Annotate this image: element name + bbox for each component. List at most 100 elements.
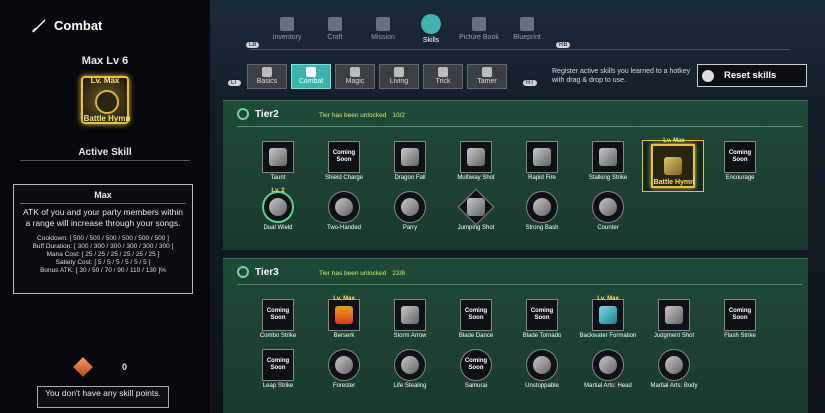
skill-name: Counter	[597, 225, 619, 231]
skill-name: Blade Tornado	[522, 333, 562, 339]
skill-flash-strike[interactable]: Coming Soon Flash Strike	[709, 299, 769, 349]
panel-title: Combat	[54, 17, 103, 33]
skill-unstoppable[interactable]: Unstoppable	[511, 349, 571, 399]
skill-name: Backwater Formation	[579, 333, 637, 339]
tab-skills[interactable]: Skills	[406, 14, 456, 44]
skill-name: Flash Strike	[724, 333, 756, 339]
skill-name: Unstoppable	[525, 383, 559, 389]
forester-icon	[335, 356, 353, 374]
hammer-icon	[328, 17, 342, 31]
divider	[20, 160, 190, 161]
skill-icon: Coming Soon	[526, 299, 558, 331]
skill-jumping-shot[interactable]: Jumping Shot	[445, 188, 505, 241]
category-tamer[interactable]: Tamer	[467, 64, 507, 89]
skill-rapid-fire[interactable]: Rapid Fire	[511, 141, 571, 191]
divider	[20, 203, 186, 204]
skill-detail-panel: Combat Max Lv 6 Lv. Max Battle Hymn Acti…	[0, 0, 210, 413]
skill-storm-arrow[interactable]: Storm Arrow	[379, 299, 439, 349]
skill-combo-strike[interactable]: Coming Soon Combo Strike	[247, 299, 307, 349]
skill-blade-dance[interactable]: Coming Soon Blade Dance	[445, 299, 505, 349]
tab-craft[interactable]: Craft	[310, 14, 360, 41]
book-icon	[472, 17, 486, 31]
category-combat[interactable]: Combat	[291, 64, 331, 89]
category-basics[interactable]: Basics	[247, 64, 287, 89]
skill-icon: Coming Soon	[262, 299, 294, 331]
stat-line: Cooldown: [ 500 / 500 / 500 / 500 / 500 …	[37, 235, 169, 242]
coming-soon-label: Coming Soon	[266, 308, 290, 321]
skill-samurai[interactable]: Coming Soon Samurai	[445, 349, 505, 399]
skill-icon	[394, 141, 426, 173]
tier2-panel: Tier2 Tier has been unlocked 10/2 Taunt Co…	[223, 100, 808, 250]
skill-berserk[interactable]: Lv. Max Berserk	[313, 296, 373, 349]
skill-martial-arts-body[interactable]: Martial Arts: Body	[643, 349, 703, 399]
skill-life-stealing[interactable]: Life Stealing	[379, 349, 439, 399]
category-trick[interactable]: Trick	[423, 64, 463, 89]
blueprint-icon	[520, 17, 534, 31]
inventory-icon	[280, 17, 294, 31]
strong-bash-icon	[533, 198, 551, 216]
tab-mission[interactable]: Mission	[358, 14, 408, 41]
reset-skills-button[interactable]: Reset skills	[697, 64, 807, 87]
coming-soon-label: Coming Soon	[464, 308, 488, 321]
skill-icon	[592, 141, 624, 173]
skill-forester[interactable]: Forester	[313, 349, 373, 399]
selected-skill-icon: Lv. Max Battle Hymn	[81, 76, 130, 124]
trident-icon	[95, 90, 119, 114]
skill-icon	[328, 191, 360, 223]
coming-soon-label: Coming Soon	[266, 358, 290, 371]
divider	[237, 284, 802, 285]
skill-name: Taunt	[270, 175, 286, 181]
skill-battle-hymn[interactable]: Lv. Max Battle Hymn	[642, 138, 704, 192]
skill-shield-charge[interactable]: Coming Soon Shield Charge	[313, 141, 373, 191]
skill-icon	[394, 299, 426, 331]
stat-line: Buff Duration: [ 300 / 300 / 300 / 300 /…	[32, 243, 174, 250]
panel-header: Combat	[30, 16, 102, 34]
skill-backwater-formation[interactable]: Lv. Max Backwater Formation	[577, 296, 637, 349]
skill-taunt[interactable]: Taunt	[247, 141, 307, 191]
tab-picture-book[interactable]: Picture Book	[454, 14, 504, 41]
taunt-icon	[269, 148, 287, 166]
tier-header: Tier3	[237, 266, 279, 278]
wolf-icon	[482, 67, 492, 77]
skill-counter[interactable]: Counter	[577, 191, 637, 241]
skill-name: Stalking Strike	[588, 175, 628, 181]
skill-icon	[658, 299, 690, 331]
skill-icon	[394, 191, 426, 223]
category-magic[interactable]: Magic	[335, 64, 375, 89]
skill-encourage[interactable]: Coming Soon Encourage	[709, 141, 769, 191]
skill-icon	[592, 349, 624, 381]
tab-inventory[interactable]: Inventory	[262, 14, 312, 41]
rb-button-hint: RB	[556, 42, 571, 48]
coming-soon-label: Coming Soon	[464, 358, 488, 371]
tab-blueprint[interactable]: Blueprint	[502, 14, 552, 41]
rapid-fire-icon	[533, 148, 551, 166]
reset-label: Reset skills	[724, 70, 777, 81]
skill-dragon-fall[interactable]: Dragon Fall	[379, 141, 439, 191]
skill-dual-wield[interactable]: Lv. 2 Dual Wield	[247, 188, 307, 241]
skill-point-icon	[73, 357, 93, 377]
skill-name: Combo Strike	[259, 333, 297, 339]
no-points-message: You don't have any skill points.	[37, 386, 169, 408]
divider	[237, 126, 802, 127]
leaf-icon	[237, 266, 249, 278]
skill-stalking-strike[interactable]: Stalking Strike	[577, 141, 637, 191]
skill-two-handed[interactable]: Two-Handed	[313, 191, 373, 241]
skills-icon	[421, 14, 441, 34]
skill-parry[interactable]: Parry	[379, 191, 439, 241]
skill-strong-bash[interactable]: Strong Bash	[511, 191, 571, 241]
skill-multiway-shot[interactable]: Multiway Shot	[445, 141, 505, 191]
skill-leap-strike[interactable]: Coming Soon Leap Strike	[247, 349, 307, 399]
category-living[interactable]: Living	[379, 64, 419, 89]
stat-line: Mana Cost: [ 25 / 25 / 25 / 25 / 25 / 25…	[46, 251, 160, 258]
skill-icon	[328, 349, 360, 381]
skill-name: Dragon Fall	[394, 175, 426, 181]
skill-icon	[457, 188, 495, 226]
skill-tree-area: LB Inventory Craft Mission Skills Pictur…	[210, 0, 825, 413]
martial-arts-head-icon	[599, 356, 617, 374]
skill-icon: Coming Soon	[328, 141, 360, 173]
skill-blade-tornado[interactable]: Coming Soon Blade Tornado	[511, 299, 571, 349]
skill-name: Rapid Fire	[528, 175, 556, 181]
skill-judgment-shot[interactable]: Judgment Shot	[643, 299, 703, 349]
skill-icon	[262, 141, 294, 173]
skill-martial-arts-head[interactable]: Martial Arts: Head	[577, 349, 637, 399]
